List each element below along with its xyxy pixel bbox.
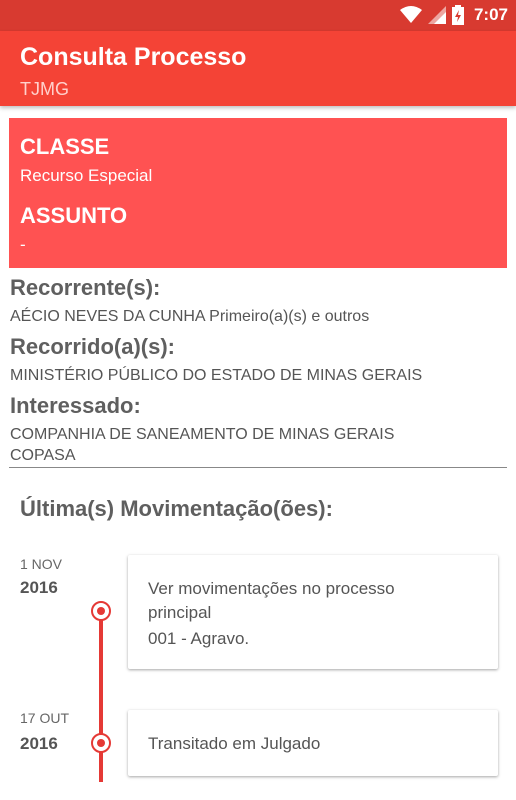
clock-time: 7:07 [473, 5, 508, 24]
movimentacao-year: 2016 [20, 734, 58, 753]
status-bar: 7:07 [0, 0, 516, 31]
app-bar: Consulta Processo TJMG [0, 31, 516, 106]
recorrente-heading: Recorrente(s): [10, 275, 161, 300]
wifi-icon [399, 6, 422, 23]
battery-charging-icon [451, 5, 464, 25]
movimentacao-line: Ver movimentações no processo [148, 579, 395, 598]
movimentacao-year: 2016 [20, 578, 58, 597]
movimentacoes-title: Última(s) Movimentação(ões): [20, 496, 333, 521]
interessado-value-line1: COMPANHIA DE SANEAMENTO DE MINAS GERAIS [10, 426, 395, 443]
divider [9, 467, 507, 468]
interessado-heading: Interessado: [10, 393, 141, 418]
recorrente-value: AÉCIO NEVES DA CUNHA Primeiro(a)(s) e ou… [10, 308, 370, 325]
timeline-dot-icon [91, 601, 111, 621]
app-subtitle: TJMG [20, 79, 69, 99]
movimentacao-line: Transitado em Julgado [148, 734, 321, 753]
classe-label: CLASSE [20, 134, 110, 159]
movimentacao-card[interactable]: Transitado em Julgado [128, 710, 498, 776]
recorrido-value: MINISTÉRIO PÚBLICO DO ESTADO DE MINAS GE… [10, 367, 423, 384]
timeline-line [99, 612, 103, 782]
classe-value: Recurso Especial [20, 166, 153, 185]
assunto-label: ASSUNTO [20, 203, 128, 228]
movimentacao-day: 17 OUT [20, 710, 70, 726]
timeline-dot-icon [91, 733, 111, 753]
recorrido-heading: Recorrido(a)(s): [10, 334, 176, 359]
classe-card: CLASSE Recurso Especial ASSUNTO - [9, 118, 507, 268]
status-icons: 7:07 [399, 4, 508, 26]
movimentacao-line: 001 - Agravo. [148, 629, 250, 648]
movimentacao-day: 1 NOV [20, 556, 63, 572]
movimentacao-card[interactable]: Ver movimentações no processo principal … [128, 555, 498, 669]
movimentacao-line: principal [148, 603, 212, 622]
app-title: Consulta Processo [20, 43, 247, 71]
cell-signal-icon [427, 6, 446, 24]
assunto-value: - [20, 235, 26, 254]
interessado-value-line2: COPASA [10, 447, 76, 464]
